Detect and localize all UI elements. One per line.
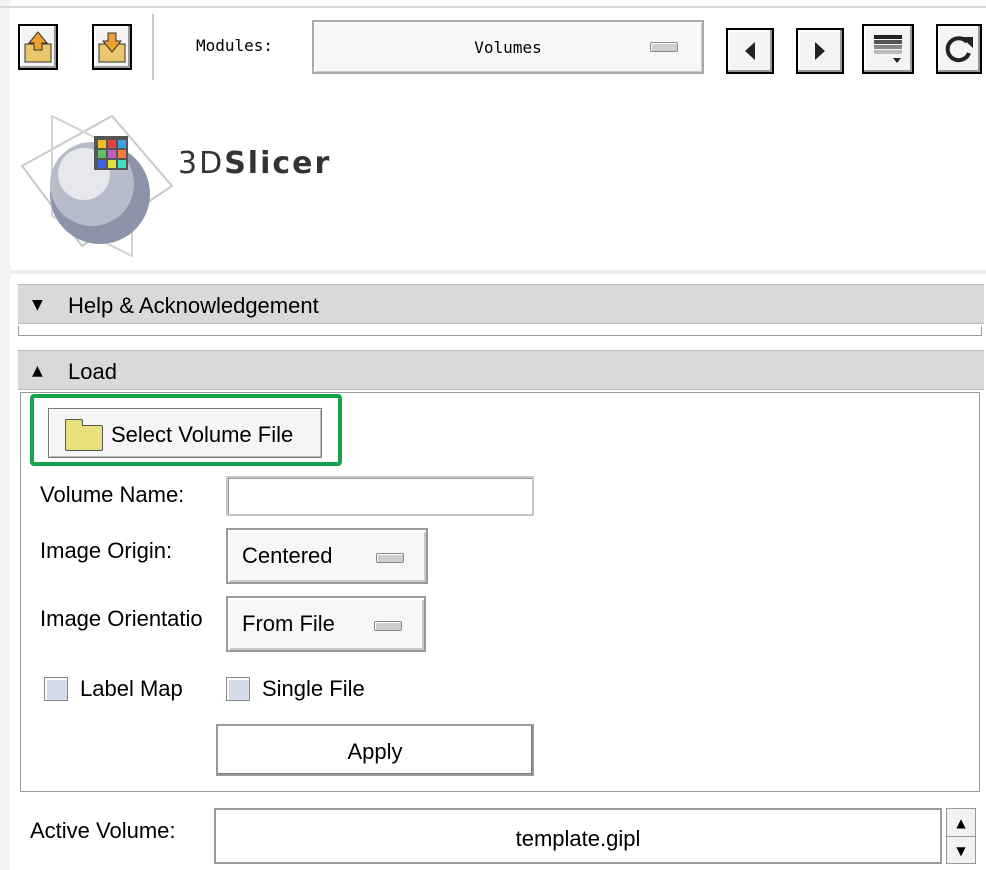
label-map-checkbox[interactable] <box>44 677 68 701</box>
slicer-logo-icon <box>20 114 174 258</box>
load-section-title: Load <box>68 359 117 384</box>
collapse-triangle-down-icon: ▼ <box>32 297 43 313</box>
modules-label: Modules: <box>196 36 274 55</box>
logo-text-3d: 3D <box>178 146 225 181</box>
import-scene-button[interactable] <box>92 24 132 70</box>
refresh-icon <box>945 36 973 63</box>
prev-module-button[interactable] <box>726 28 774 74</box>
app-logo-text: 3DSlicer <box>178 146 331 181</box>
load-scene-icon <box>24 31 52 63</box>
image-origin-select[interactable]: Centered <box>226 528 428 584</box>
folder-icon <box>65 419 103 451</box>
toolbar-separator <box>152 14 154 80</box>
image-orientation-value: From File <box>242 611 335 636</box>
refresh-button[interactable] <box>936 24 982 74</box>
import-scene-icon <box>98 32 126 63</box>
help-section-body <box>18 326 982 336</box>
collapse-triangle-up-icon: ▲ <box>32 363 43 379</box>
next-module-icon <box>815 42 825 60</box>
image-origin-label: Image Origin: <box>40 538 173 563</box>
prev-module-icon <box>745 42 755 60</box>
single-file-label: Single File <box>262 676 365 701</box>
next-module-button[interactable] <box>796 28 844 74</box>
modules-select[interactable]: Volumes <box>312 20 704 74</box>
left-edge <box>0 0 10 870</box>
logo-text-slicer: Slicer <box>224 146 332 181</box>
apply-label: Apply <box>347 739 403 764</box>
help-section-header[interactable]: ▼ Help & Acknowledgement <box>18 284 984 324</box>
image-origin-value: Centered <box>242 543 333 568</box>
active-volume-spinner[interactable]: ▲ ▼ <box>946 808 976 864</box>
volume-name-label: Volume Name: <box>40 482 185 507</box>
spin-down-icon[interactable]: ▼ <box>947 837 975 864</box>
image-orientation-select[interactable]: From File <box>226 596 426 652</box>
load-scene-button[interactable] <box>18 24 58 70</box>
menu-indicator-icon <box>376 553 404 563</box>
active-volume-label: Active Volume: <box>30 818 176 843</box>
help-section-title: Help & Acknowledgement <box>68 293 319 318</box>
spin-up-icon[interactable]: ▲ <box>947 809 975 837</box>
menu-indicator-icon <box>374 621 402 631</box>
select-volume-file-button[interactable]: Select Volume File <box>48 408 322 458</box>
module-history-icon <box>874 35 902 63</box>
active-volume-select[interactable]: template.gipl <box>214 808 942 864</box>
top-divider <box>0 6 986 8</box>
panel-divider <box>10 270 986 274</box>
apply-button[interactable]: Apply <box>216 724 534 776</box>
load-section-header[interactable]: ▲ Load <box>18 350 984 390</box>
active-volume-value: template.gipl <box>515 826 641 851</box>
label-map-label: Label Map <box>80 676 183 701</box>
image-orientation-label: Image Orientatio <box>40 606 203 631</box>
single-file-checkbox[interactable] <box>226 677 250 701</box>
menu-indicator-icon <box>650 42 678 52</box>
select-volume-file-label: Select Volume File <box>111 422 294 447</box>
volume-name-input[interactable] <box>226 476 534 516</box>
modules-selected-value: Volumes <box>474 38 542 57</box>
module-history-button[interactable] <box>862 24 914 74</box>
